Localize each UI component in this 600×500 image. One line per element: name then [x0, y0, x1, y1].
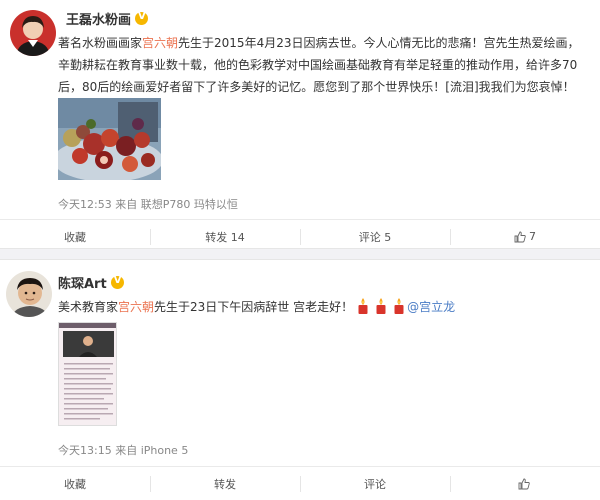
candle-icon [376, 298, 386, 314]
weibo-post-2: 陈琛Art 美术教育家宫六朝先生于23日下午因病辞世 宫老走好！ @宫立龙 [0, 260, 600, 500]
candle-icon [358, 298, 368, 314]
comment-label[interactable]: 评论 [364, 476, 386, 492]
author-name-text[interactable]: 陈琛Art [58, 277, 107, 292]
avatar[interactable] [6, 271, 52, 317]
text-segment: 美术教育家 [58, 300, 119, 314]
repost-label[interactable]: 转发 14 [205, 229, 245, 245]
text-segment: 先生于2015年4月23日因病去世。今人心情无比的悲痛！宫先生热爱绘画， [178, 36, 580, 50]
comment-button[interactable]: 评论 [300, 467, 450, 500]
post-meta: 今天13:15 来自 iPhone 5 [58, 444, 189, 457]
author-name[interactable]: 王磊水粉画 [66, 9, 149, 28]
comment-label[interactable]: 评论 5 [359, 229, 392, 245]
highlighted-name-link[interactable]: 宫六朝 [118, 300, 154, 314]
verified-badge-icon [135, 11, 149, 25]
post-image-painting[interactable] [58, 98, 161, 180]
feed-divider [0, 248, 600, 260]
post-meta: 今天12:53 来自 联想P780 玛特以恒 [58, 198, 238, 211]
like-thumb-icon[interactable] [514, 231, 526, 243]
favorite-button[interactable]: 收藏 [0, 467, 150, 500]
post-text: 美术教育家宫六朝先生于23日下午因病辞世 宫老走好！ @宫立龙 [58, 296, 593, 318]
post-text-line-1: 著名水粉画画家宫六朝先生于2015年4月23日因病去世。今人心情无比的悲痛！宫先… [58, 32, 593, 54]
highlighted-name-link[interactable]: 宫六朝 [142, 36, 178, 50]
repost-label[interactable]: 转发 [214, 476, 236, 492]
post-image-screenshot[interactable] [58, 322, 117, 426]
avatar[interactable] [10, 10, 56, 56]
repost-button[interactable]: 转发 [150, 467, 300, 500]
mention-link[interactable]: @宫立龙 [407, 300, 455, 314]
author-name[interactable]: 陈琛Art [58, 273, 124, 292]
like-thumb-icon[interactable] [518, 478, 530, 490]
favorite-label[interactable]: 收藏 [64, 476, 86, 492]
text-segment: 著名水粉画画家 [58, 36, 143, 50]
like-button[interactable] [450, 467, 600, 500]
favorite-label[interactable]: 收藏 [64, 229, 86, 245]
post-text-line-2: 辛勤耕耘在教育事业数十载，他的色彩教学对中国绘画基础教育有举足轻重的推动作用，给… [58, 58, 578, 72]
post-text: 著名水粉画画家宫六朝先生于2015年4月23日因病去世。今人心情无比的悲痛！宫先… [58, 32, 593, 98]
post-actions: 收藏 转发 评论 [0, 466, 600, 500]
candle-icon [394, 298, 404, 314]
weibo-post-1: 王磊水粉画 著名水粉画画家宫六朝先生于2015年4月23日因病去世。今人心情无比… [0, 0, 600, 248]
verified-badge-icon [110, 275, 124, 289]
text-segment: 先生于23日下午因病辞世 宫老走好！ [154, 300, 354, 314]
post-text-line-3: 后，80后的绘画爱好者留下了许多美好的记忆。愿您到了那个世界快乐！[流泪]我我们… [58, 80, 575, 94]
author-name-text[interactable]: 王磊水粉画 [66, 13, 131, 28]
like-count[interactable]: 7 [529, 230, 536, 243]
